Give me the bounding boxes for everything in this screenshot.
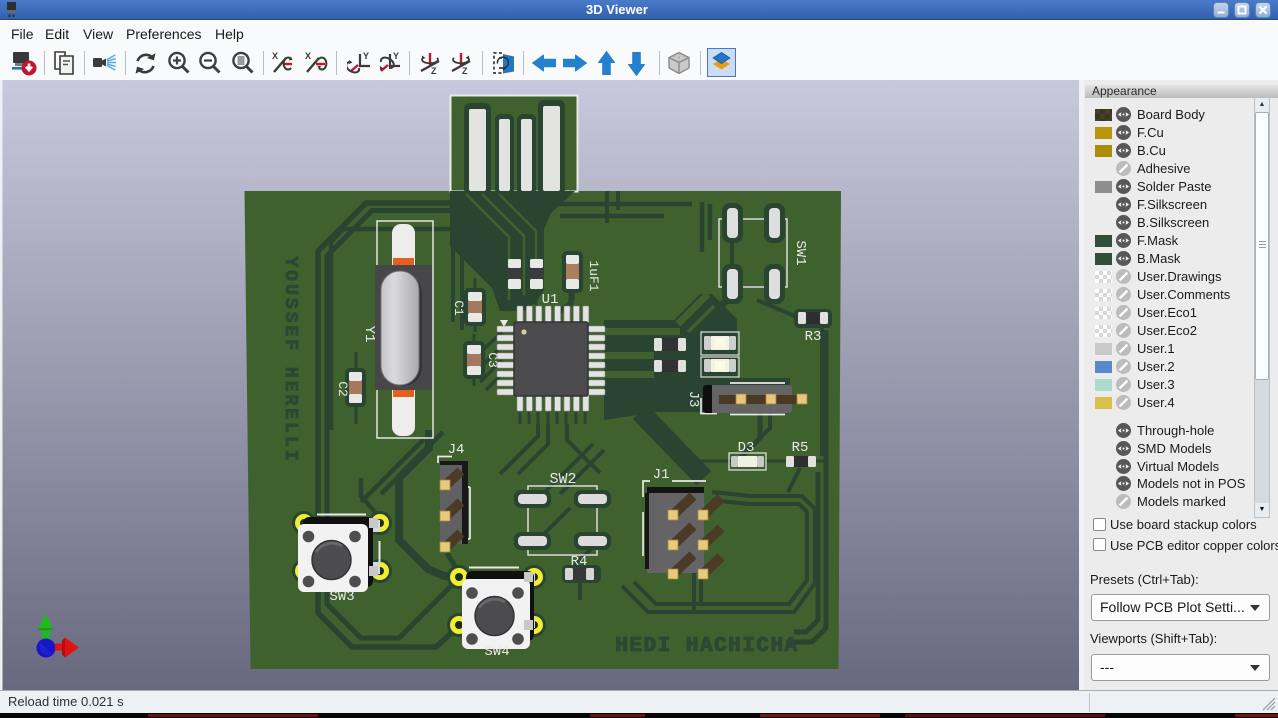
svg-text:HEDI HACHICHA: HEDI HACHICHA — [615, 635, 798, 658]
svg-text:SW1: SW1 — [792, 240, 808, 265]
svg-text:U1: U1 — [542, 292, 559, 308]
svg-text:X: X — [305, 51, 311, 61]
svg-text:Y: Y — [393, 51, 399, 61]
svg-text:Y: Y — [363, 51, 369, 61]
svg-text:Z: Z — [462, 66, 468, 76]
svg-text:R3: R3 — [805, 329, 822, 345]
svg-text:J4: J4 — [448, 442, 465, 458]
svg-text:Y1: Y1 — [361, 326, 377, 343]
svg-text:1uF1: 1uF1 — [586, 260, 601, 291]
svg-text:C1: C1 — [451, 300, 466, 316]
svg-text:YOUSSEF HERELLI: YOUSSEF HERELLI — [280, 256, 300, 463]
svg-text:Z: Z — [431, 66, 437, 76]
svg-text:X: X — [272, 51, 278, 61]
svg-text:C2: C2 — [335, 381, 350, 397]
svg-text:R5: R5 — [792, 440, 809, 456]
svg-text:SW3: SW3 — [329, 589, 354, 605]
svg-text:J3: J3 — [685, 391, 701, 408]
svg-text:SW4: SW4 — [484, 644, 509, 660]
svg-text:J1: J1 — [653, 467, 670, 483]
svg-text:D3: D3 — [738, 440, 755, 456]
